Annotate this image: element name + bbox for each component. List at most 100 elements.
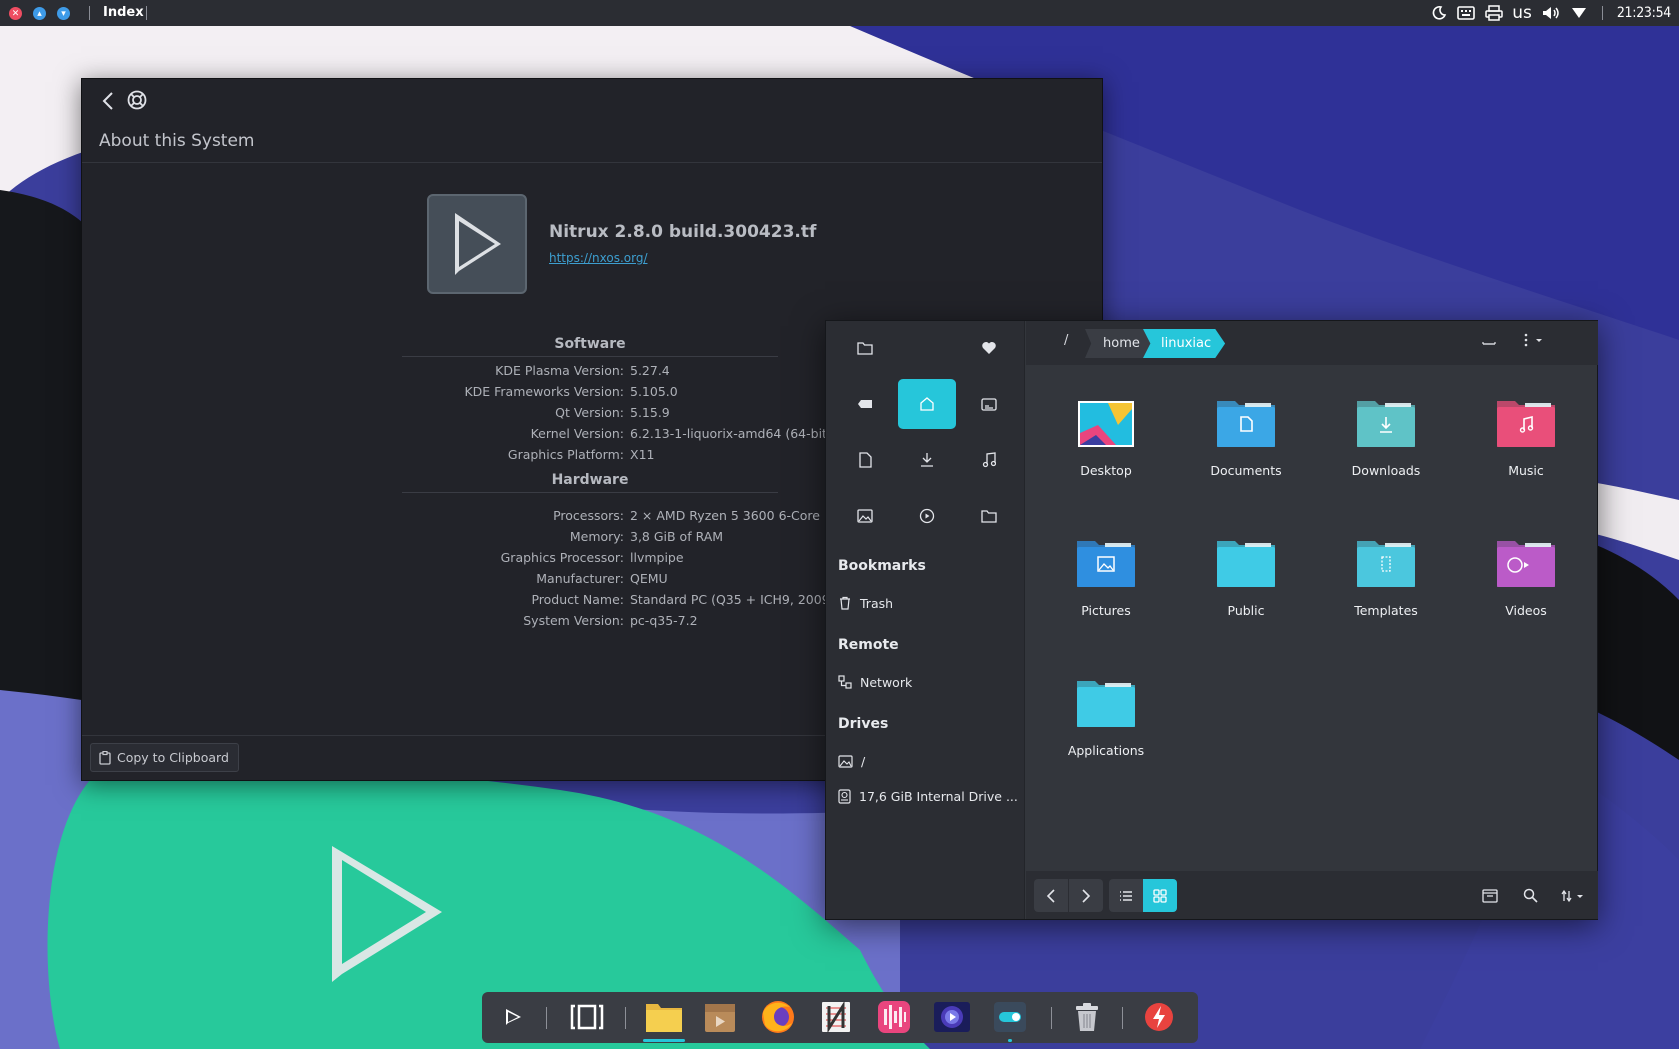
hardware-row: Product Name: Standard PC (Q35 + ICH9, 20…	[222, 592, 922, 612]
folder-downloads[interactable]: Downloads	[1316, 387, 1456, 507]
dock-overview-icon[interactable]	[566, 996, 608, 1038]
folder-label: Public	[1227, 603, 1265, 618]
split-view-button[interactable]	[1473, 879, 1507, 912]
distro-url-link[interactable]: https://nxos.org/	[549, 251, 647, 265]
network-icon[interactable]	[1571, 6, 1587, 20]
back-button[interactable]	[96, 89, 120, 113]
software-row: Graphics Platform: X11	[222, 447, 922, 467]
folder-label: Templates	[1354, 603, 1418, 618]
minimize-window-button[interactable]: ▴	[33, 7, 46, 20]
fm-topbar: / home linuxiac	[1026, 321, 1598, 365]
menu-kebab-icon[interactable]	[1522, 332, 1544, 352]
dock-separator	[546, 1007, 547, 1029]
folder-label: Pictures	[1081, 603, 1131, 618]
nav-back-button[interactable]	[1034, 879, 1068, 912]
folder-applications[interactable]: Applications	[1036, 667, 1176, 787]
videos-folder-icon	[1497, 541, 1555, 587]
place-documents-icon[interactable]	[836, 435, 894, 485]
search-button[interactable]	[1513, 879, 1547, 912]
hardware-row: Graphics Processor: llvmpipe	[222, 550, 922, 570]
place-recent-icon[interactable]	[960, 379, 1018, 429]
folder-pictures[interactable]: Pictures	[1036, 527, 1176, 647]
dock-notes-icon[interactable]	[815, 996, 857, 1038]
copy-button-label: Copy to Clipboard	[117, 750, 229, 765]
dock-archive-icon[interactable]	[699, 996, 741, 1038]
dock-trash-icon[interactable]	[1066, 996, 1108, 1038]
panel-separator	[1601, 6, 1603, 20]
trash-icon	[840, 596, 850, 610]
night-mode-icon[interactable]	[1431, 5, 1447, 21]
hard-drive-icon	[838, 788, 851, 804]
dock-power-icon[interactable]	[1138, 996, 1180, 1038]
list-view-button[interactable]	[1109, 879, 1143, 912]
software-row: KDE Plasma Version: 5.27.4	[222, 363, 922, 383]
distro-logo	[427, 194, 527, 294]
dock-video-player-icon[interactable]	[931, 996, 973, 1038]
software-row: KDE Frameworks Version: 5.105.0	[222, 384, 922, 404]
place-home-icon[interactable]	[898, 379, 956, 429]
hardware-key: System Version:	[523, 613, 624, 628]
breadcrumb-linuxiac[interactable]: linuxiac	[1143, 329, 1226, 358]
place-tag-icon[interactable]	[836, 379, 894, 429]
clock[interactable]: 21:23:54	[1617, 5, 1671, 21]
top-panel: ✕ ▴ ▾ Index us 21:23:54	[0, 0, 1679, 26]
active-window-title: Index	[103, 5, 144, 20]
keyboard-layout-indicator[interactable]: us	[1512, 3, 1532, 23]
place-favorites-icon[interactable]	[960, 323, 1018, 373]
place-videos-icon[interactable]	[898, 491, 956, 541]
hardware-row: Processors: 2 × AMD Ryzen 5 3600 6-Core P…	[222, 508, 922, 528]
fm-sidebar: Bookmarks Trash Remote Network Drives / …	[826, 321, 1025, 919]
place-downloads-icon[interactable]	[898, 435, 956, 485]
sidebar-item-trash[interactable]: Trash	[838, 591, 1018, 615]
grid-icon	[1153, 888, 1167, 903]
software-heading: Software	[402, 336, 778, 357]
close-window-button[interactable]: ✕	[9, 7, 22, 20]
fm-main: / home linuxiac Desktop Documents Download…	[1026, 321, 1598, 919]
folder-videos[interactable]: Videos	[1456, 527, 1596, 647]
grid-view-button[interactable]	[1143, 879, 1177, 912]
folder-templates[interactable]: Templates	[1316, 527, 1456, 647]
dock-firefox-icon[interactable]	[757, 996, 799, 1038]
folder-label: Videos	[1505, 603, 1547, 618]
hardware-key: Manufacturer:	[536, 571, 624, 586]
public-folder-icon	[1217, 541, 1275, 587]
new-tab-icon[interactable]	[1482, 335, 1496, 350]
folder-desktop[interactable]: Desktop	[1036, 387, 1176, 507]
maximize-window-button[interactable]: ▾	[57, 7, 70, 20]
place-pictures-icon[interactable]	[836, 491, 894, 541]
dock-active-indicator	[643, 1039, 685, 1042]
place-music-icon[interactable]	[960, 435, 1018, 485]
folder-documents[interactable]: Documents	[1176, 387, 1316, 507]
sidebar-item-root-drive[interactable]: /	[838, 749, 1018, 773]
keyboard-icon[interactable]	[1457, 5, 1475, 21]
chevron-right-icon	[1082, 888, 1091, 903]
sort-menu-button[interactable]	[1553, 879, 1593, 912]
sidebar-item-network[interactable]: Network	[838, 670, 1018, 694]
help-lifebuoy-icon[interactable]	[126, 89, 150, 113]
pictures-folder-icon	[1077, 541, 1135, 587]
printer-icon[interactable]	[1485, 5, 1503, 21]
breadcrumb-root[interactable]: /	[1064, 333, 1068, 348]
desktop-folder-icon	[1078, 401, 1134, 447]
sidebar-item-internal-drive[interactable]: 17,6 GiB Internal Drive ...	[838, 784, 1018, 808]
dock-launcher-icon[interactable]	[492, 996, 534, 1038]
fm-bottombar	[1026, 871, 1598, 919]
dock-equalizer-icon[interactable]	[873, 996, 915, 1038]
software-key: Kernel Version:	[530, 426, 624, 441]
software-key: KDE Plasma Version:	[495, 363, 624, 378]
place-folder-icon[interactable]	[836, 323, 894, 373]
volume-icon[interactable]	[1541, 5, 1561, 21]
place-other-folder-icon[interactable]	[960, 491, 1018, 541]
nav-forward-button[interactable]	[1069, 879, 1103, 912]
breadcrumb-home[interactable]: home	[1085, 329, 1154, 358]
hardware-key: Graphics Processor:	[500, 550, 624, 565]
network-icon	[838, 675, 852, 689]
places-grid	[836, 323, 1018, 541]
dock-settings-toggle-icon[interactable]	[989, 996, 1031, 1038]
copy-to-clipboard-button[interactable]: Copy to Clipboard	[90, 743, 239, 772]
hardware-row: Manufacturer: QEMU	[222, 571, 922, 591]
folder-public[interactable]: Public	[1176, 527, 1316, 647]
clipboard-icon	[99, 750, 111, 765]
folder-music[interactable]: Music	[1456, 387, 1596, 507]
dock-files-icon[interactable]	[643, 996, 685, 1038]
